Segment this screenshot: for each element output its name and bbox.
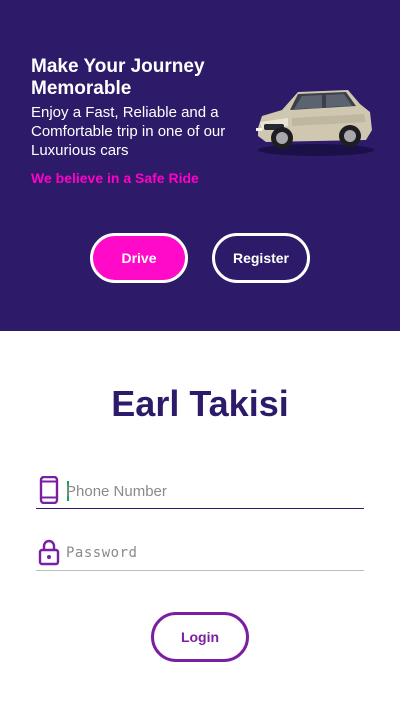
register-button[interactable]: Register bbox=[212, 233, 310, 283]
lock-icon bbox=[38, 539, 60, 566]
phone-input[interactable] bbox=[66, 478, 356, 504]
hero-banner: Make Your Journey Memorable Enjoy a Fast… bbox=[0, 0, 400, 331]
phone-field[interactable] bbox=[36, 474, 364, 509]
smartphone-icon bbox=[39, 476, 59, 504]
drive-button[interactable]: Drive bbox=[90, 233, 188, 283]
login-button[interactable]: Login bbox=[151, 612, 249, 662]
password-field[interactable] bbox=[36, 536, 364, 571]
brand-title: Earl Takisi bbox=[111, 383, 289, 424]
hero-title: Make Your Journey Memorable bbox=[31, 56, 205, 99]
car-image bbox=[256, 90, 374, 156]
hero-tagline: We believe in a Safe Ride bbox=[31, 170, 199, 186]
hero-description: Enjoy a Fast, Reliable and a Comfortable… bbox=[31, 104, 226, 159]
password-input[interactable] bbox=[66, 540, 356, 566]
